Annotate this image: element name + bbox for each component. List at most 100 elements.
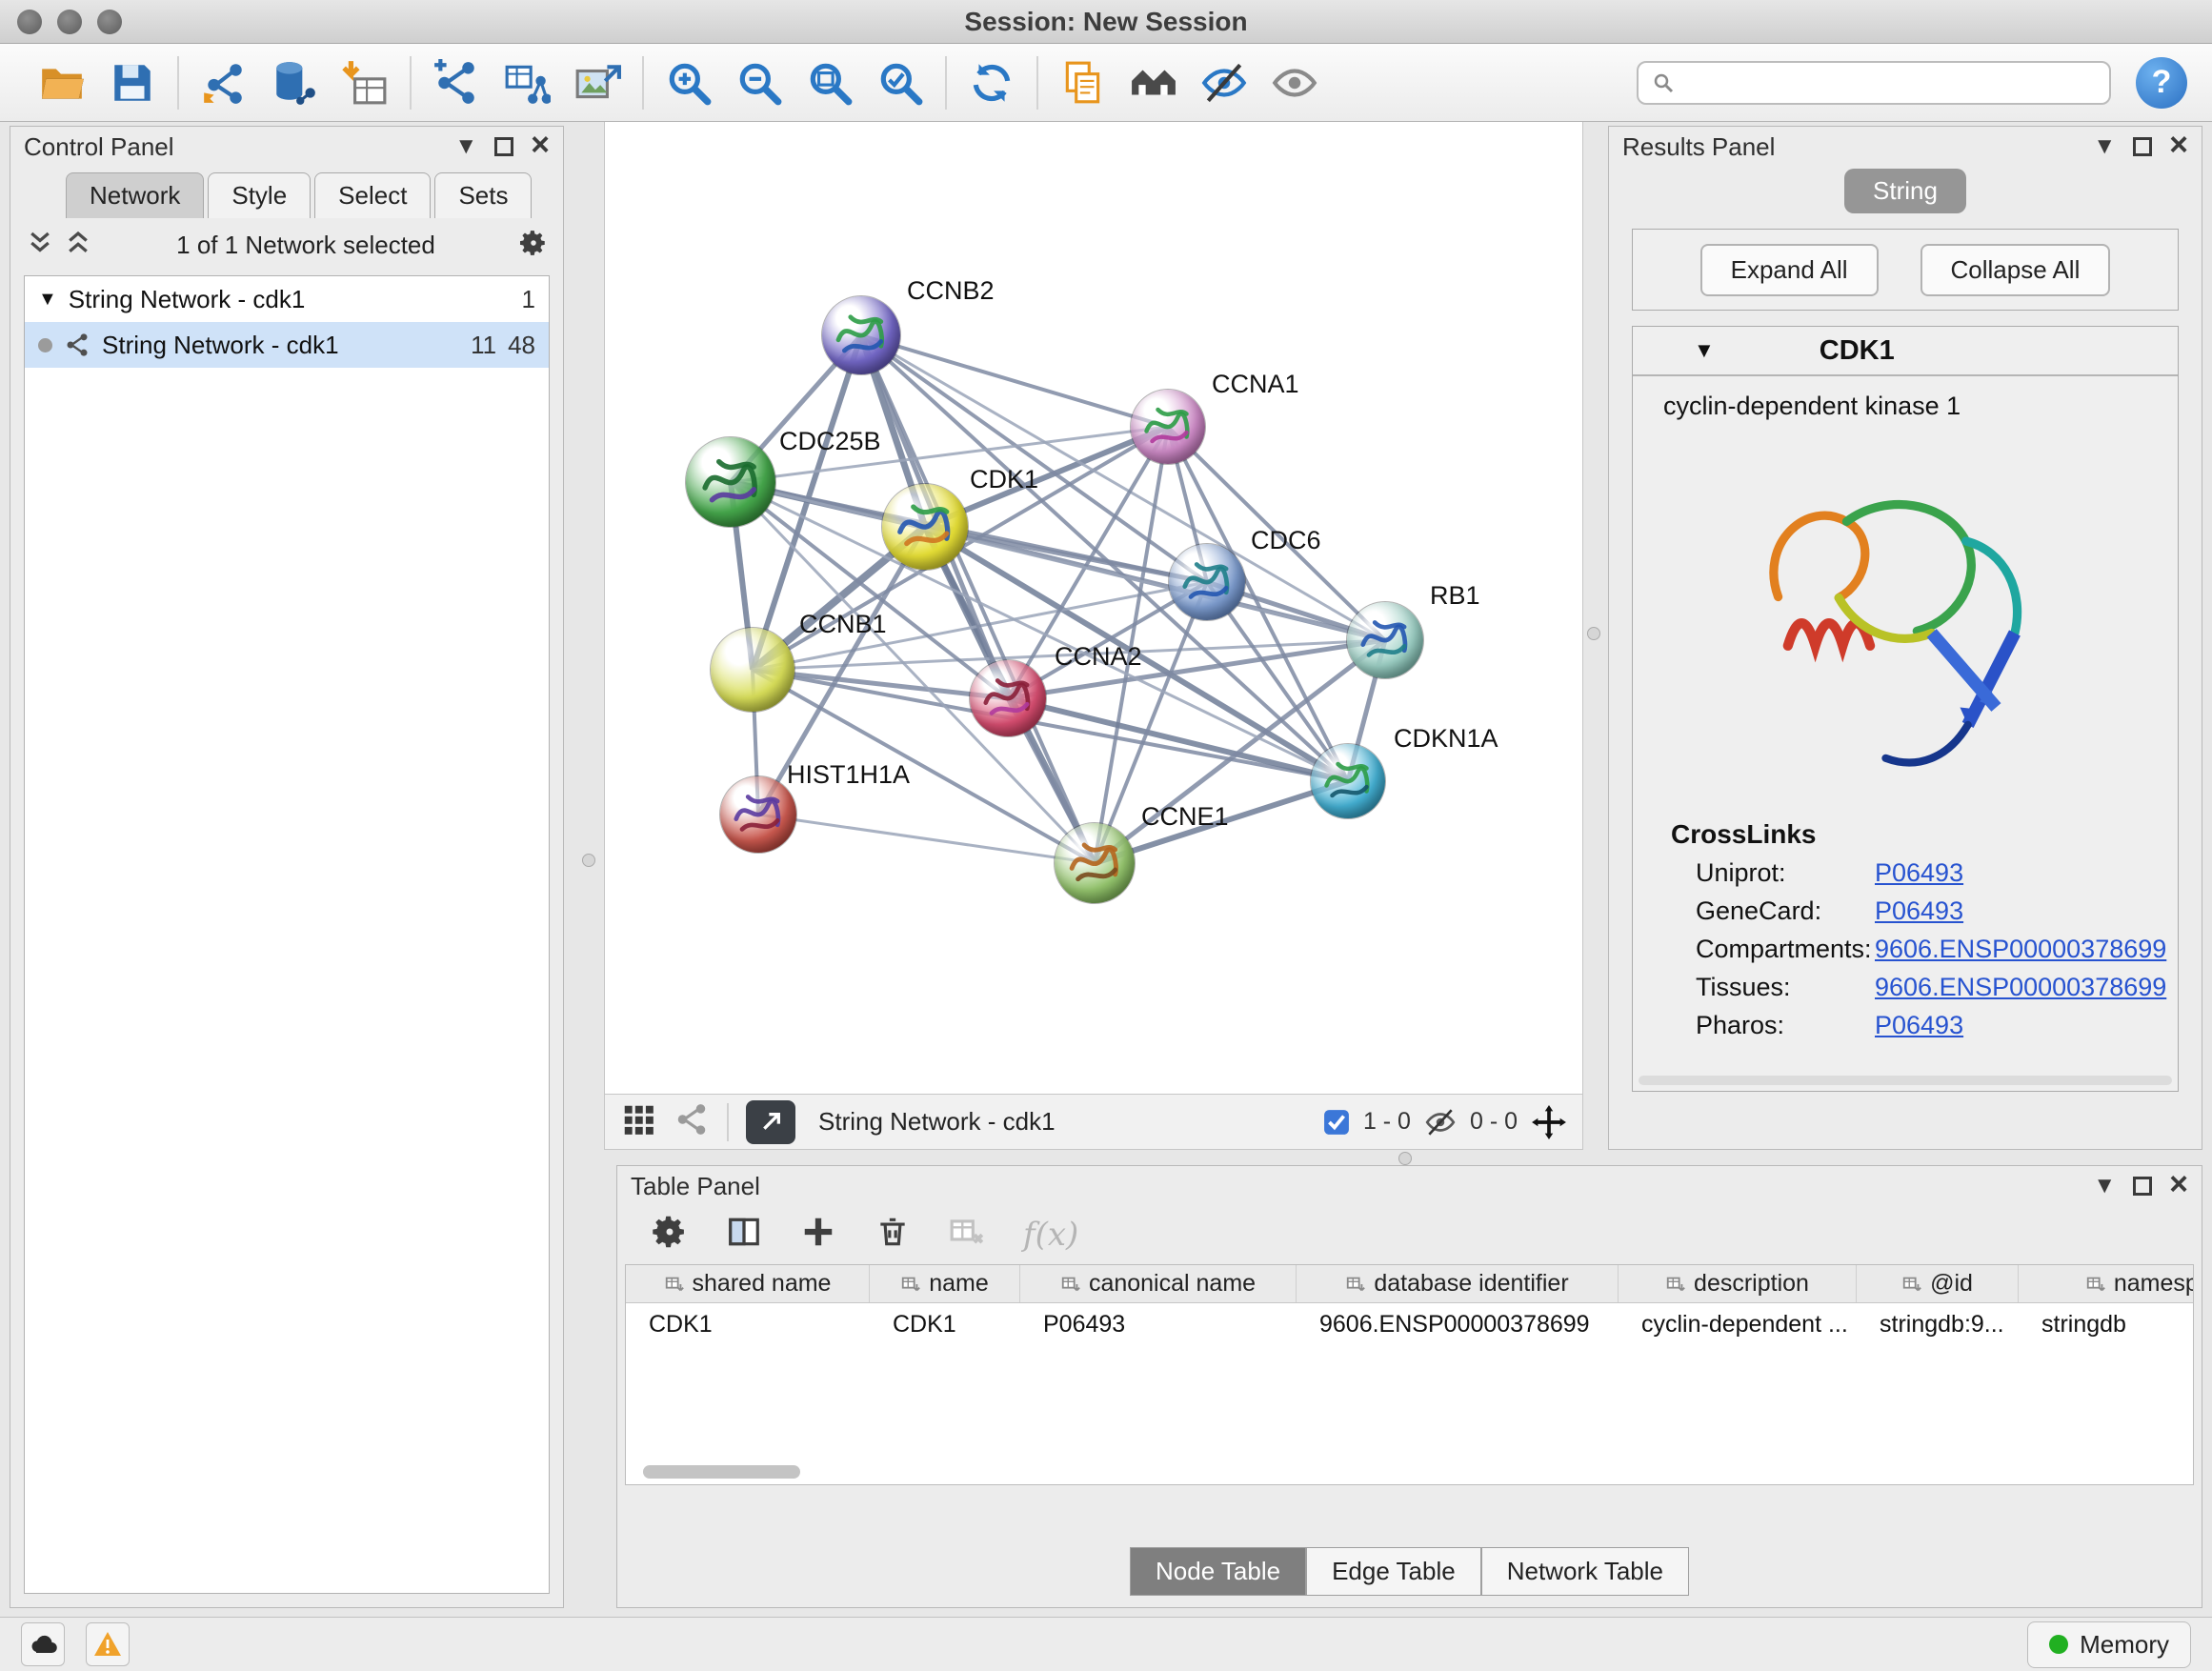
tab-string[interactable]: String — [1844, 169, 1966, 213]
table-horizontal-scrollbar[interactable] — [643, 1465, 800, 1479]
column-header-database-identifier[interactable]: database identifier — [1297, 1265, 1619, 1302]
panel-collapse-icon[interactable]: ▼ — [454, 135, 477, 158]
grid-view-icon[interactable] — [620, 1101, 656, 1142]
panel-collapse-icon[interactable]: ▼ — [2093, 135, 2116, 158]
cloud-button[interactable] — [21, 1622, 65, 1666]
crosslink-link[interactable]: 9606.ENSP00000378699 — [1875, 973, 2166, 1002]
column-header-namespace[interactable]: namespace — [2019, 1265, 2194, 1302]
export-image-button[interactable] — [562, 51, 633, 114]
tab-style[interactable]: Style — [208, 172, 311, 218]
tab-edge-table[interactable]: Edge Table — [1306, 1547, 1481, 1596]
tree-expand-icon[interactable]: ▼ — [38, 289, 57, 311]
crosslink-link[interactable]: P06493 — [1875, 1011, 1963, 1040]
table-row[interactable]: CDK1CDK1P064939606.ENSP00000378699cyclin… — [626, 1303, 2193, 1343]
tab-select[interactable]: Select — [314, 172, 431, 218]
search-box[interactable] — [1637, 61, 2111, 105]
import-table-button[interactable] — [330, 51, 400, 114]
panel-close-icon[interactable]: × — [2169, 1168, 2188, 1200]
table-cell[interactable]: cyclin-dependent ... — [1619, 1303, 1857, 1343]
open-session-button[interactable] — [27, 51, 97, 114]
expand-all-icon[interactable] — [64, 229, 92, 262]
column-header-@id[interactable]: @id — [1857, 1265, 2019, 1302]
tab-network[interactable]: Network — [66, 172, 204, 218]
help-button[interactable]: ? — [2136, 57, 2187, 109]
network-node-CCNE1[interactable] — [1055, 823, 1135, 903]
node-table[interactable]: shared namenamecanonical namedatabase id… — [625, 1264, 2194, 1485]
panel-float-icon[interactable] — [2133, 137, 2152, 156]
splitter-handle[interactable] — [1587, 627, 1600, 640]
tab-node-table[interactable]: Node Table — [1130, 1547, 1306, 1596]
splitter-handle[interactable] — [1398, 1152, 1412, 1165]
panel-close-icon[interactable]: × — [2169, 129, 2188, 161]
network-view[interactable]: CCNB2CCNA1CDC25BCDK1CDC6RB1CCNB1CCNA2CDK… — [604, 122, 1583, 1094]
network-node-CCNA1[interactable] — [1131, 390, 1205, 464]
save-session-button[interactable] — [97, 51, 168, 114]
crosslink-link[interactable]: P06493 — [1875, 858, 1963, 888]
section-collapse-icon[interactable]: ▼ — [1694, 338, 1715, 363]
network-node-CDC6[interactable] — [1169, 544, 1245, 620]
panel-close-icon[interactable]: × — [531, 129, 550, 161]
zoom-out-button[interactable] — [724, 51, 794, 114]
network-tree-root-row[interactable]: ▼ String Network - cdk1 1 — [25, 276, 549, 322]
window-controls[interactable] — [17, 10, 122, 34]
splitter-handle[interactable] — [582, 854, 595, 867]
tab-sets[interactable]: Sets — [434, 172, 532, 218]
close-window-button[interactable] — [17, 10, 42, 34]
results-scrollbar[interactable] — [1639, 1076, 2172, 1085]
minimize-window-button[interactable] — [57, 10, 82, 34]
show-eye-button[interactable] — [1259, 51, 1330, 114]
table-cell[interactable]: CDK1 — [870, 1303, 1020, 1343]
column-header-canonical-name[interactable]: canonical name — [1020, 1265, 1297, 1302]
table-settings-gear-icon[interactable] — [652, 1214, 688, 1255]
search-input[interactable] — [1684, 69, 2096, 96]
crosslink-link[interactable]: 9606.ENSP00000378699 — [1875, 935, 2166, 964]
warning-button[interactable] — [86, 1622, 130, 1666]
expand-all-button[interactable]: Expand All — [1700, 244, 1879, 296]
zoom-fit-button[interactable] — [794, 51, 865, 114]
collapse-all-button[interactable]: Collapse All — [1920, 244, 2111, 296]
network-node-CDC25B[interactable] — [686, 437, 775, 527]
show-columns-icon[interactable] — [726, 1214, 762, 1255]
collapse-all-icon[interactable] — [26, 229, 54, 262]
crosslink-link[interactable]: P06493 — [1875, 896, 1963, 926]
refresh-button[interactable] — [956, 51, 1027, 114]
panel-float-icon[interactable] — [2133, 1177, 2152, 1196]
panel-float-icon[interactable] — [494, 137, 513, 156]
network-node-RB1[interactable] — [1347, 602, 1423, 678]
home-button[interactable] — [1118, 51, 1189, 114]
selected-checkbox-icon[interactable] — [1323, 1109, 1350, 1136]
network-from-table-button[interactable] — [492, 51, 562, 114]
new-network-button[interactable] — [421, 51, 492, 114]
table-cell[interactable]: P06493 — [1020, 1303, 1297, 1343]
column-header-name[interactable]: name — [870, 1265, 1020, 1302]
panel-collapse-icon[interactable]: ▼ — [2093, 1175, 2116, 1198]
hide-unhide-button[interactable] — [1189, 51, 1259, 114]
delete-column-trash-icon[interactable] — [875, 1214, 911, 1255]
network-share-icon[interactable] — [674, 1101, 710, 1142]
import-network-database-button[interactable] — [259, 51, 330, 114]
network-node-CCNB1[interactable] — [711, 628, 794, 712]
column-header-description[interactable]: description — [1619, 1265, 1857, 1302]
network-node-HIST1H1A[interactable] — [720, 776, 796, 853]
table-cell[interactable]: CDK1 — [626, 1303, 870, 1343]
gear-icon[interactable] — [519, 229, 548, 262]
add-column-icon[interactable] — [800, 1214, 836, 1255]
table-cell[interactable]: stringdb:9... — [1857, 1303, 2019, 1343]
import-network-file-button[interactable] — [189, 51, 259, 114]
network-edge[interactable] — [861, 335, 1168, 427]
network-node-CCNB2[interactable] — [822, 296, 900, 374]
network-edge[interactable] — [758, 815, 1095, 863]
column-header-shared-name[interactable]: shared name — [626, 1265, 870, 1302]
move-crosshair-icon[interactable] — [1531, 1104, 1567, 1140]
tab-network-table[interactable]: Network Table — [1481, 1547, 1689, 1596]
hidden-eye-slash-icon[interactable] — [1424, 1106, 1457, 1138]
zoom-selected-button[interactable] — [865, 51, 935, 114]
network-node-CDKN1A[interactable] — [1311, 744, 1385, 818]
network-node-CDK1[interactable] — [882, 484, 968, 570]
maximize-window-button[interactable] — [97, 10, 122, 34]
network-node-CCNA2[interactable] — [970, 660, 1046, 736]
open-in-window-button[interactable] — [746, 1100, 795, 1144]
table-cell[interactable]: stringdb — [2019, 1303, 2194, 1343]
memory-button[interactable]: Memory — [2027, 1621, 2191, 1668]
network-tree-child-row[interactable]: String Network - cdk1 11 48 — [25, 322, 549, 368]
